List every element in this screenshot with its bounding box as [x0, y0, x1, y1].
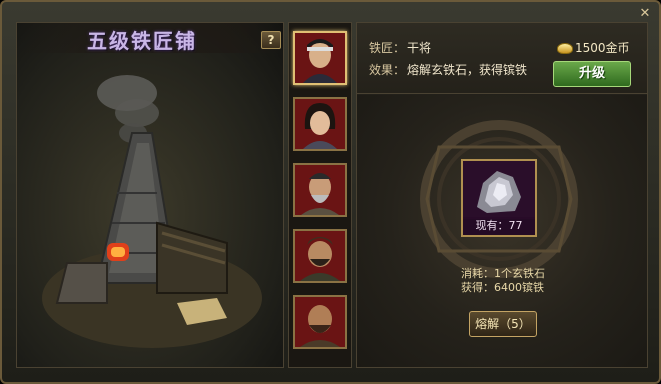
smith-avatar-icon	[295, 231, 345, 281]
close-icon[interactable]: ✕	[637, 6, 653, 22]
smith-name: 干将	[407, 41, 432, 55]
smith-avatar-icon	[295, 33, 345, 83]
effect-label: 效果：	[369, 63, 406, 77]
smith-avatar-icon	[295, 99, 345, 149]
upgrade-button[interactable]: 升级	[553, 61, 631, 87]
gain-text: 获得：6400镔铁	[461, 281, 544, 294]
forge-building-illustration	[42, 75, 262, 348]
portrait-item-1[interactable]	[293, 31, 347, 85]
portrait-item-5[interactable]	[293, 295, 347, 349]
smith-summary: 铁匠： 干将 效果： 熔解玄铁石，获得镔铁 1500金币 升级	[357, 23, 647, 94]
melt-button[interactable]: 熔解（5）	[469, 311, 537, 337]
portrait-item-2[interactable]	[293, 97, 347, 151]
smith-avatar-icon	[295, 297, 345, 347]
smith-label: 铁匠：	[369, 41, 406, 55]
portrait-item-3[interactable]	[293, 163, 347, 217]
dark-iron-ore-slot[interactable]: 现有：77	[461, 159, 537, 237]
smith-info-panel: 铁匠： 干将 效果： 熔解玄铁石，获得镔铁 1500金币 升级 现有：77 消耗…	[356, 22, 648, 368]
ore-owned-count: 现有：77	[463, 217, 535, 235]
smith-avatar-icon	[295, 165, 345, 215]
effect-text: 熔解玄铁石，获得镔铁	[407, 63, 528, 77]
gold-ingot-icon	[557, 43, 573, 54]
smith-portrait-list	[288, 22, 352, 368]
dark-iron-ore-icon	[463, 161, 535, 219]
portrait-item-4[interactable]	[293, 229, 347, 283]
upgrade-cost: 1500金币	[575, 41, 630, 55]
help-button[interactable]: ?	[261, 31, 281, 49]
building-title: 五级铁匠铺	[87, 29, 197, 53]
blacksmith-window: ✕ 五级铁匠铺 ? 铁匠： 干将 效果： 熔解玄铁石，获得镔铁 1500金币 升…	[0, 0, 661, 384]
building-panel: 五级铁匠铺 ?	[16, 22, 284, 368]
